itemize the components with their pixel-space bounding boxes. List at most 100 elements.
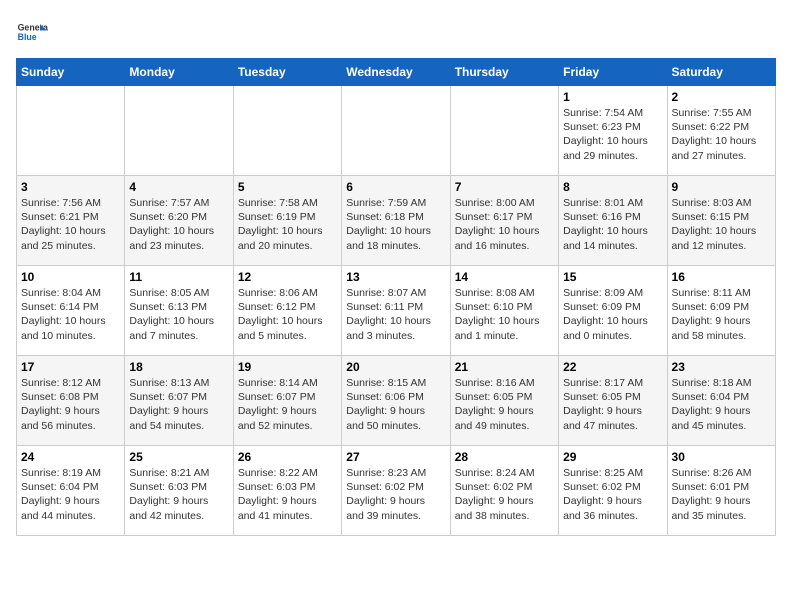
calendar-cell: 3 Sunrise: 7:56 AM Sunset: 6:21 PM Daylig… (17, 176, 125, 266)
calendar-cell (233, 86, 341, 176)
calendar-cell: 18Sunrise: 8:13 AM Sunset: 6:07 PM Dayli… (125, 356, 233, 446)
weekday-header-thursday: Thursday (450, 59, 558, 86)
day-info: Sunrise: 8:00 AM Sunset: 6:17 PM Dayligh… (455, 196, 554, 253)
calendar-cell: 11 Sunrise: 8:05 AM Sunset: 6:13 PM Dayli… (125, 266, 233, 356)
weekday-header-wednesday: Wednesday (342, 59, 450, 86)
calendar-week-1: 1 Sunrise: 7:54 AM Sunset: 6:23 PM Daylig… (17, 86, 776, 176)
day-info: Sunrise: 8:08 AM Sunset: 6:10 PM Dayligh… (455, 286, 554, 343)
day-info: Sunrise: 8:25 AM Sunset: 6:02 PM Dayligh… (563, 466, 662, 523)
day-number: 5 (238, 180, 337, 194)
day-info: Sunrise: 7:56 AM Sunset: 6:21 PM Dayligh… (21, 196, 120, 253)
calendar-cell: 20 Sunrise: 8:15 AM Sunset: 6:06 PM Dayli… (342, 356, 450, 446)
day-info: Sunrise: 8:01 AM Sunset: 6:16 PM Dayligh… (563, 196, 662, 253)
calendar-week-3: 10 Sunrise: 8:04 AM Sunset: 6:14 PM Dayli… (17, 266, 776, 356)
calendar-cell (342, 86, 450, 176)
calendar-cell: 15 Sunrise: 8:09 AM Sunset: 6:09 PM Dayli… (559, 266, 667, 356)
day-number: 13 (346, 270, 445, 284)
calendar-cell: 25 Sunrise: 8:21 AM Sunset: 6:03 PM Dayli… (125, 446, 233, 536)
day-number: 24 (21, 450, 120, 464)
calendar-cell: 7 Sunrise: 8:00 AM Sunset: 6:17 PM Daylig… (450, 176, 558, 266)
day-number: 16 (672, 270, 771, 284)
calendar-header: SundayMondayTuesdayWednesdayThursdayFrid… (17, 59, 776, 86)
day-info: Sunrise: 8:26 AM Sunset: 6:01 PM Dayligh… (672, 466, 771, 523)
day-info: Sunrise: 8:15 AM Sunset: 6:06 PM Dayligh… (346, 376, 445, 433)
weekday-header-tuesday: Tuesday (233, 59, 341, 86)
day-number: 11 (129, 270, 228, 284)
calendar-cell (125, 86, 233, 176)
day-info: Sunrise: 8:09 AM Sunset: 6:09 PM Dayligh… (563, 286, 662, 343)
calendar-cell (450, 86, 558, 176)
day-info: Sunrise: 7:59 AM Sunset: 6:18 PM Dayligh… (346, 196, 445, 253)
calendar-cell: 28 Sunrise: 8:24 AM Sunset: 6:02 PM Dayli… (450, 446, 558, 536)
calendar-table: SundayMondayTuesdayWednesdayThursdayFrid… (16, 58, 776, 536)
day-info: Sunrise: 8:05 AM Sunset: 6:13 PM Dayligh… (129, 286, 228, 343)
calendar-cell: 8 Sunrise: 8:01 AM Sunset: 6:16 PM Daylig… (559, 176, 667, 266)
day-info: Sunrise: 8:03 AM Sunset: 6:15 PM Dayligh… (672, 196, 771, 253)
day-number: 12 (238, 270, 337, 284)
day-info: Sunrise: 8:11 AM Sunset: 6:09 PM Dayligh… (672, 286, 771, 343)
day-number: 4 (129, 180, 228, 194)
day-number: 17 (21, 360, 120, 374)
day-info: Sunrise: 8:24 AM Sunset: 6:02 PM Dayligh… (455, 466, 554, 523)
day-number: 29 (563, 450, 662, 464)
calendar-cell: 29 Sunrise: 8:25 AM Sunset: 6:02 PM Dayli… (559, 446, 667, 536)
day-number: 2 (672, 90, 771, 104)
calendar-cell: 30 Sunrise: 8:26 AM Sunset: 6:01 PM Dayli… (667, 446, 775, 536)
svg-text:Blue: Blue (18, 32, 37, 42)
calendar-cell: 16 Sunrise: 8:11 AM Sunset: 6:09 PM Dayli… (667, 266, 775, 356)
day-info: Sunrise: 8:17 AM Sunset: 6:05 PM Dayligh… (563, 376, 662, 433)
weekday-header-saturday: Saturday (667, 59, 775, 86)
day-number: 14 (455, 270, 554, 284)
day-number: 28 (455, 450, 554, 464)
day-info: Sunrise: 8:22 AM Sunset: 6:03 PM Dayligh… (238, 466, 337, 523)
day-number: 15 (563, 270, 662, 284)
day-info: Sunrise: 8:13 AM Sunset: 6:07 PM Dayligh… (129, 376, 228, 433)
calendar-cell: 9 Sunrise: 8:03 AM Sunset: 6:15 PM Daylig… (667, 176, 775, 266)
day-number: 30 (672, 450, 771, 464)
page-header: General Blue (16, 16, 776, 48)
day-number: 9 (672, 180, 771, 194)
calendar-week-5: 24Sunrise: 8:19 AM Sunset: 6:04 PM Dayli… (17, 446, 776, 536)
calendar-cell: 19Sunrise: 8:14 AM Sunset: 6:07 PM Dayli… (233, 356, 341, 446)
calendar-cell: 17 Sunrise: 8:12 AM Sunset: 6:08 PM Dayli… (17, 356, 125, 446)
calendar-cell: 24Sunrise: 8:19 AM Sunset: 6:04 PM Dayli… (17, 446, 125, 536)
day-info: Sunrise: 8:23 AM Sunset: 6:02 PM Dayligh… (346, 466, 445, 523)
svg-text:General: General (18, 22, 48, 32)
day-number: 25 (129, 450, 228, 464)
day-number: 10 (21, 270, 120, 284)
calendar-cell: 4Sunrise: 7:57 AM Sunset: 6:20 PM Daylig… (125, 176, 233, 266)
calendar-cell: 22 Sunrise: 8:17 AM Sunset: 6:05 PM Dayli… (559, 356, 667, 446)
logo: General Blue (16, 16, 48, 48)
calendar-cell: 13Sunrise: 8:07 AM Sunset: 6:11 PM Dayli… (342, 266, 450, 356)
day-info: Sunrise: 8:21 AM Sunset: 6:03 PM Dayligh… (129, 466, 228, 523)
weekday-header-monday: Monday (125, 59, 233, 86)
calendar-cell: 27 Sunrise: 8:23 AM Sunset: 6:02 PM Dayli… (342, 446, 450, 536)
logo-icon: General Blue (16, 16, 48, 48)
calendar-cell: 5 Sunrise: 7:58 AM Sunset: 6:19 PM Daylig… (233, 176, 341, 266)
calendar-cell: 12 Sunrise: 8:06 AM Sunset: 6:12 PM Dayli… (233, 266, 341, 356)
day-number: 21 (455, 360, 554, 374)
day-info: Sunrise: 8:04 AM Sunset: 6:14 PM Dayligh… (21, 286, 120, 343)
day-info: Sunrise: 7:54 AM Sunset: 6:23 PM Dayligh… (563, 106, 662, 163)
day-number: 26 (238, 450, 337, 464)
day-number: 8 (563, 180, 662, 194)
day-number: 1 (563, 90, 662, 104)
day-info: Sunrise: 8:06 AM Sunset: 6:12 PM Dayligh… (238, 286, 337, 343)
calendar-cell (17, 86, 125, 176)
day-info: Sunrise: 8:14 AM Sunset: 6:07 PM Dayligh… (238, 376, 337, 433)
calendar-body: 1 Sunrise: 7:54 AM Sunset: 6:23 PM Daylig… (17, 86, 776, 536)
calendar-week-4: 17 Sunrise: 8:12 AM Sunset: 6:08 PM Dayli… (17, 356, 776, 446)
day-number: 22 (563, 360, 662, 374)
day-info: Sunrise: 7:58 AM Sunset: 6:19 PM Dayligh… (238, 196, 337, 253)
day-info: Sunrise: 8:18 AM Sunset: 6:04 PM Dayligh… (672, 376, 771, 433)
day-info: Sunrise: 8:16 AM Sunset: 6:05 PM Dayligh… (455, 376, 554, 433)
day-number: 7 (455, 180, 554, 194)
day-number: 20 (346, 360, 445, 374)
calendar-cell: 14 Sunrise: 8:08 AM Sunset: 6:10 PM Dayli… (450, 266, 558, 356)
calendar-cell: 1 Sunrise: 7:54 AM Sunset: 6:23 PM Daylig… (559, 86, 667, 176)
day-info: Sunrise: 8:12 AM Sunset: 6:08 PM Dayligh… (21, 376, 120, 433)
calendar-week-2: 3 Sunrise: 7:56 AM Sunset: 6:21 PM Daylig… (17, 176, 776, 266)
day-number: 27 (346, 450, 445, 464)
weekday-header-friday: Friday (559, 59, 667, 86)
day-number: 3 (21, 180, 120, 194)
